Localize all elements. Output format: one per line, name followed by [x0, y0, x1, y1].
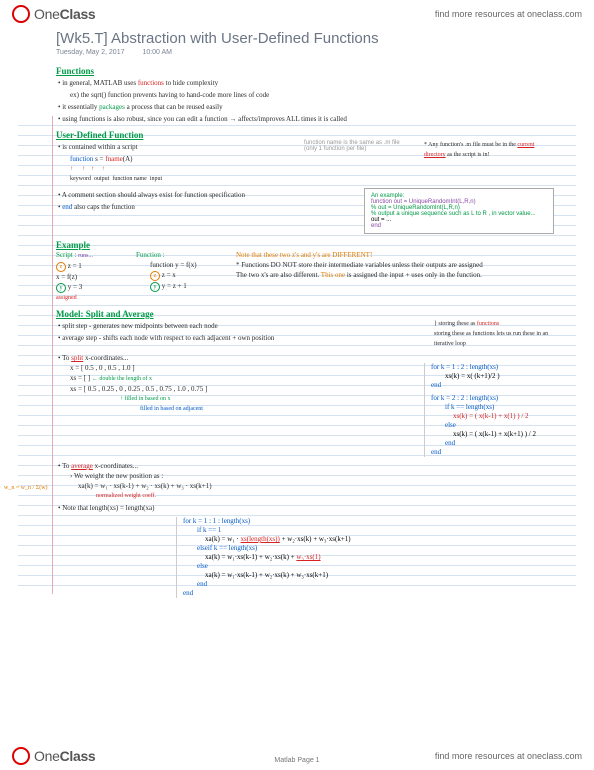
s2-b2: • A comment section should always exist …: [58, 190, 354, 200]
note1: Note that these two z's and y's are DIFF…: [236, 250, 496, 260]
page-meta: Tuesday, May 2, 2017 10:00 AM: [56, 49, 554, 56]
section-model-head: Model: Split and Average: [56, 309, 554, 319]
sp2: • average step - shifts each node with r…: [58, 333, 418, 343]
footer-logo-icon: [12, 747, 30, 765]
for-loop-3: for k = 1 : 1 : length(xs) if k == 1 xa(…: [176, 517, 436, 598]
logo-icon: [12, 5, 30, 23]
fn1: function y = f(x): [150, 260, 226, 270]
s2-b1: • is contained within a script: [58, 142, 294, 152]
filled: ↑ filled in based on xfilled in based on…: [120, 394, 414, 414]
s1-b1: • in general, MATLAB uses functions to h…: [58, 78, 554, 88]
bottom-footer: OneClass find more resources at oneclass…: [0, 742, 594, 770]
section-functions-head: Functions: [56, 66, 554, 76]
margin-line: [52, 116, 53, 594]
section-example-head: Example: [56, 240, 554, 250]
func-h: Function :: [136, 250, 226, 260]
assigned: assigned: [56, 293, 126, 303]
s1-b4: • using functions is also robust, since …: [58, 114, 554, 124]
section-udf-head: User-Defined Function: [56, 130, 554, 140]
note2: * Functions DO NOT store their intermedi…: [236, 260, 496, 270]
sp1: • split step - generates new midpoints b…: [58, 321, 418, 331]
script-h: Script : runs...: [56, 250, 126, 261]
s2-labels: keyword output function name input: [70, 174, 294, 184]
logo: OneClass: [12, 5, 95, 23]
sc3: y y = 3: [56, 282, 126, 293]
s1-b3: • it essentially packages a process that…: [58, 102, 554, 112]
header-resource-link[interactable]: find more resources at oneclass.com: [435, 9, 582, 19]
s2-fn-note: function name is the same as .m file (on…: [304, 140, 414, 152]
s2-arrows: ↑ ↑ ↑ ↑: [70, 164, 294, 174]
note3: The two x's are also different. This one…: [236, 270, 496, 280]
top-header: OneClass find more resources at oneclass…: [0, 0, 594, 28]
fn3: y y = z + 1: [150, 281, 226, 292]
example-box: An example: function out = UniqueRandomI…: [364, 188, 554, 234]
x1: x = [ 0.5 , 0 , 0.5 , 1.0 ]: [70, 363, 414, 373]
x3: xs = [ 0.5 , 0.25 , 0 , 0.25 , 0.5 , 0.7…: [70, 384, 414, 394]
ex5: end: [371, 223, 547, 229]
s2-b3: • end also caps the function: [58, 202, 354, 212]
avg-h: • To average x-coordinates...: [58, 461, 554, 471]
footer-logo: OneClass: [12, 747, 95, 765]
fn2: z z = x: [150, 270, 226, 281]
meta-date: Tuesday, May 2, 2017: [56, 49, 124, 56]
s2-code: function s = fname(A): [70, 154, 294, 164]
meta-time: 10:00 AM: [142, 49, 172, 56]
split-h: • To split x-coordinates...: [58, 353, 554, 363]
sc2: x = f(z): [56, 272, 126, 282]
avg1: › We weight the new position as :: [70, 471, 554, 481]
x2: xs = [ ] ← double the length of x: [70, 373, 414, 384]
logo-text-1: One: [34, 6, 60, 22]
wsum: w_n = w_n / Σ(w): [4, 483, 48, 493]
page-title: [Wk5.T] Abstraction with User-Defined Fu…: [56, 30, 554, 47]
sc1: z z = 1: [56, 261, 126, 272]
ex3: % output a unique sequence such as L to …: [371, 211, 547, 217]
avg-note: normalized weight coeff.: [96, 491, 554, 501]
footer-resource-link[interactable]: find more resources at oneclass.com: [435, 751, 582, 761]
logo-text-2: Class: [60, 6, 96, 22]
s1-b2: ex) the sqrt() function prevents having …: [70, 90, 554, 100]
s2-star: * Any function's .m file must be in the …: [424, 140, 554, 160]
len-note: • Note that length(xs) = length(xa): [58, 503, 554, 513]
avg2: xa(k) = w₁ · xs(k-1) + w₂ · xs(k) + w₃ ·…: [78, 481, 554, 491]
for-loop-1: for k = 1 : 2 : length(xs) xs(k) = x( (k…: [424, 363, 554, 457]
store-note: } storing these as functionsstoring thes…: [434, 319, 554, 349]
